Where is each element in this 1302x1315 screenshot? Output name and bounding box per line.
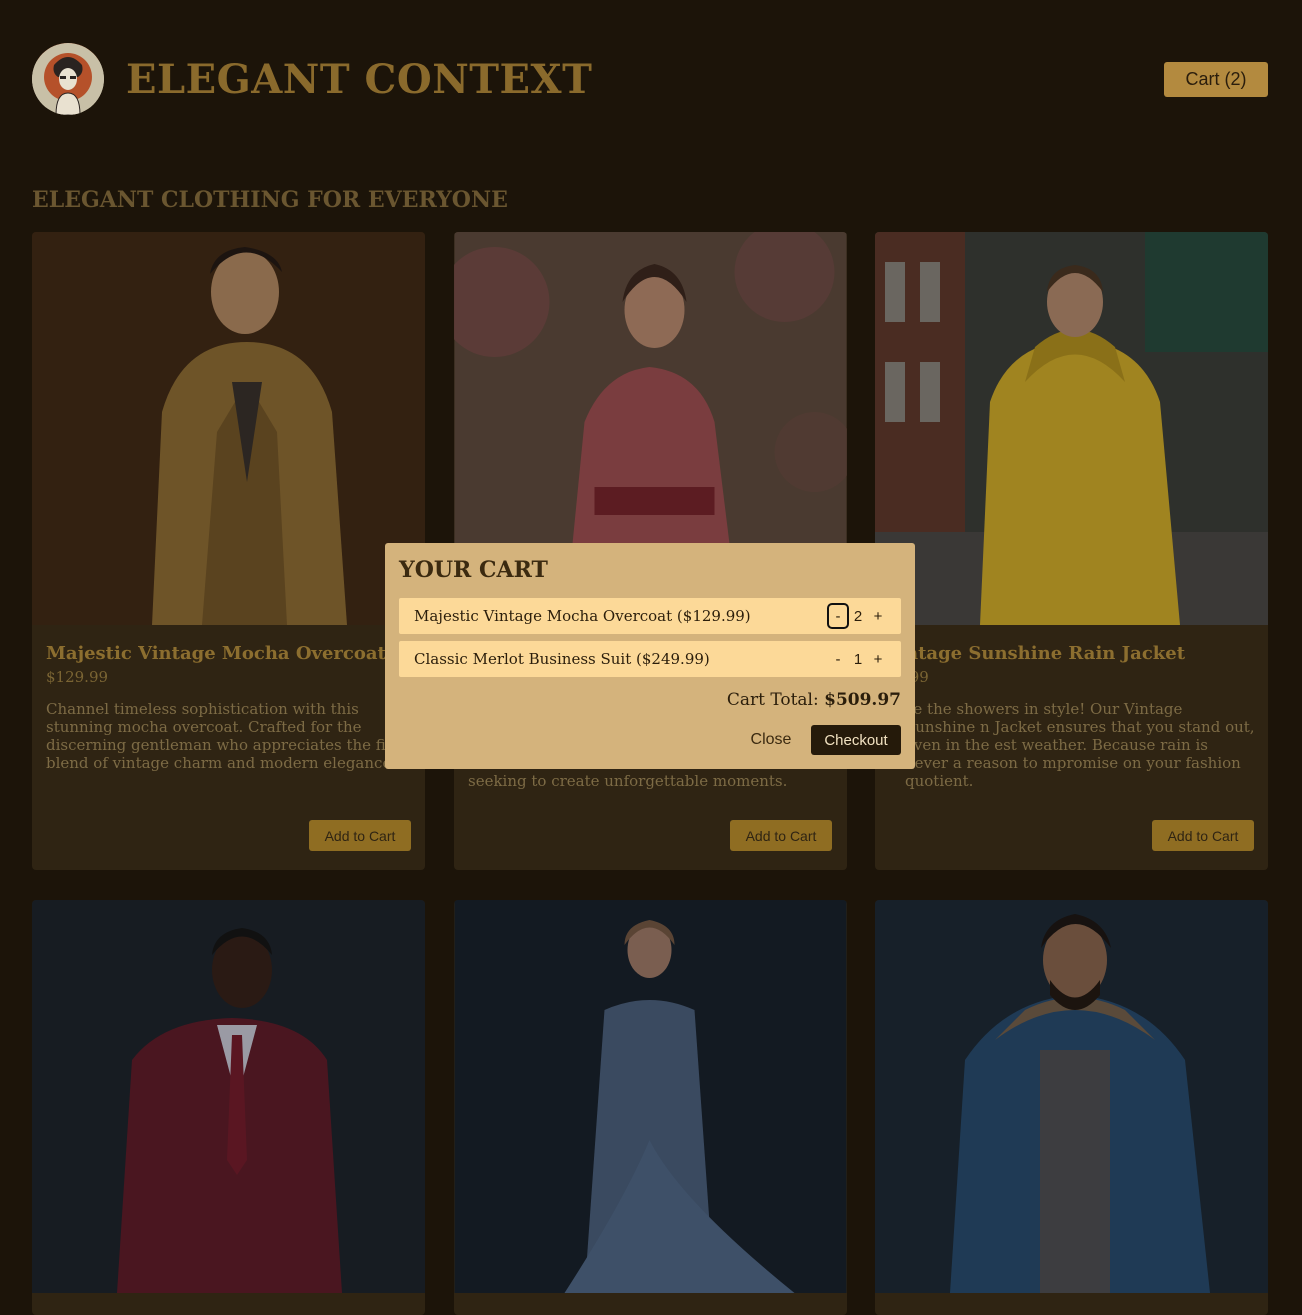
cart-item: Majestic Vintage Mocha Overcoat ($129.99… (399, 598, 901, 634)
decrease-qty-button[interactable]: - (829, 648, 847, 670)
decrease-qty-button[interactable]: - (827, 603, 849, 629)
cart-modal: YOUR CART Majestic Vintage Mocha Overcoa… (385, 543, 915, 769)
cart-item: Classic Merlot Business Suit ($249.99) -… (399, 641, 901, 677)
cart-modal-title: YOUR CART (399, 557, 548, 583)
cart-total: Cart Total: $509.97 (727, 690, 901, 710)
item-quantity: 1 (853, 650, 863, 668)
increase-qty-button[interactable]: + (869, 605, 887, 627)
cart-total-label: Cart Total: (726, 690, 825, 710)
quantity-stepper: - 1 + (829, 647, 887, 671)
increase-qty-button[interactable]: + (869, 648, 887, 670)
close-button[interactable]: Close (745, 729, 797, 751)
cart-item-label: Majestic Vintage Mocha Overcoat ($129.99… (414, 607, 751, 625)
page: ELEGANT CONTEXT Cart (2) ELEGANT CLOTHIN… (0, 0, 1302, 1315)
item-quantity: 2 (853, 607, 863, 625)
cart-total-value: $509.97 (824, 690, 901, 710)
cart-item-label: Classic Merlot Business Suit ($249.99) (414, 650, 710, 668)
quantity-stepper: - 2 + (827, 603, 887, 629)
checkout-button[interactable]: Checkout (811, 725, 901, 755)
